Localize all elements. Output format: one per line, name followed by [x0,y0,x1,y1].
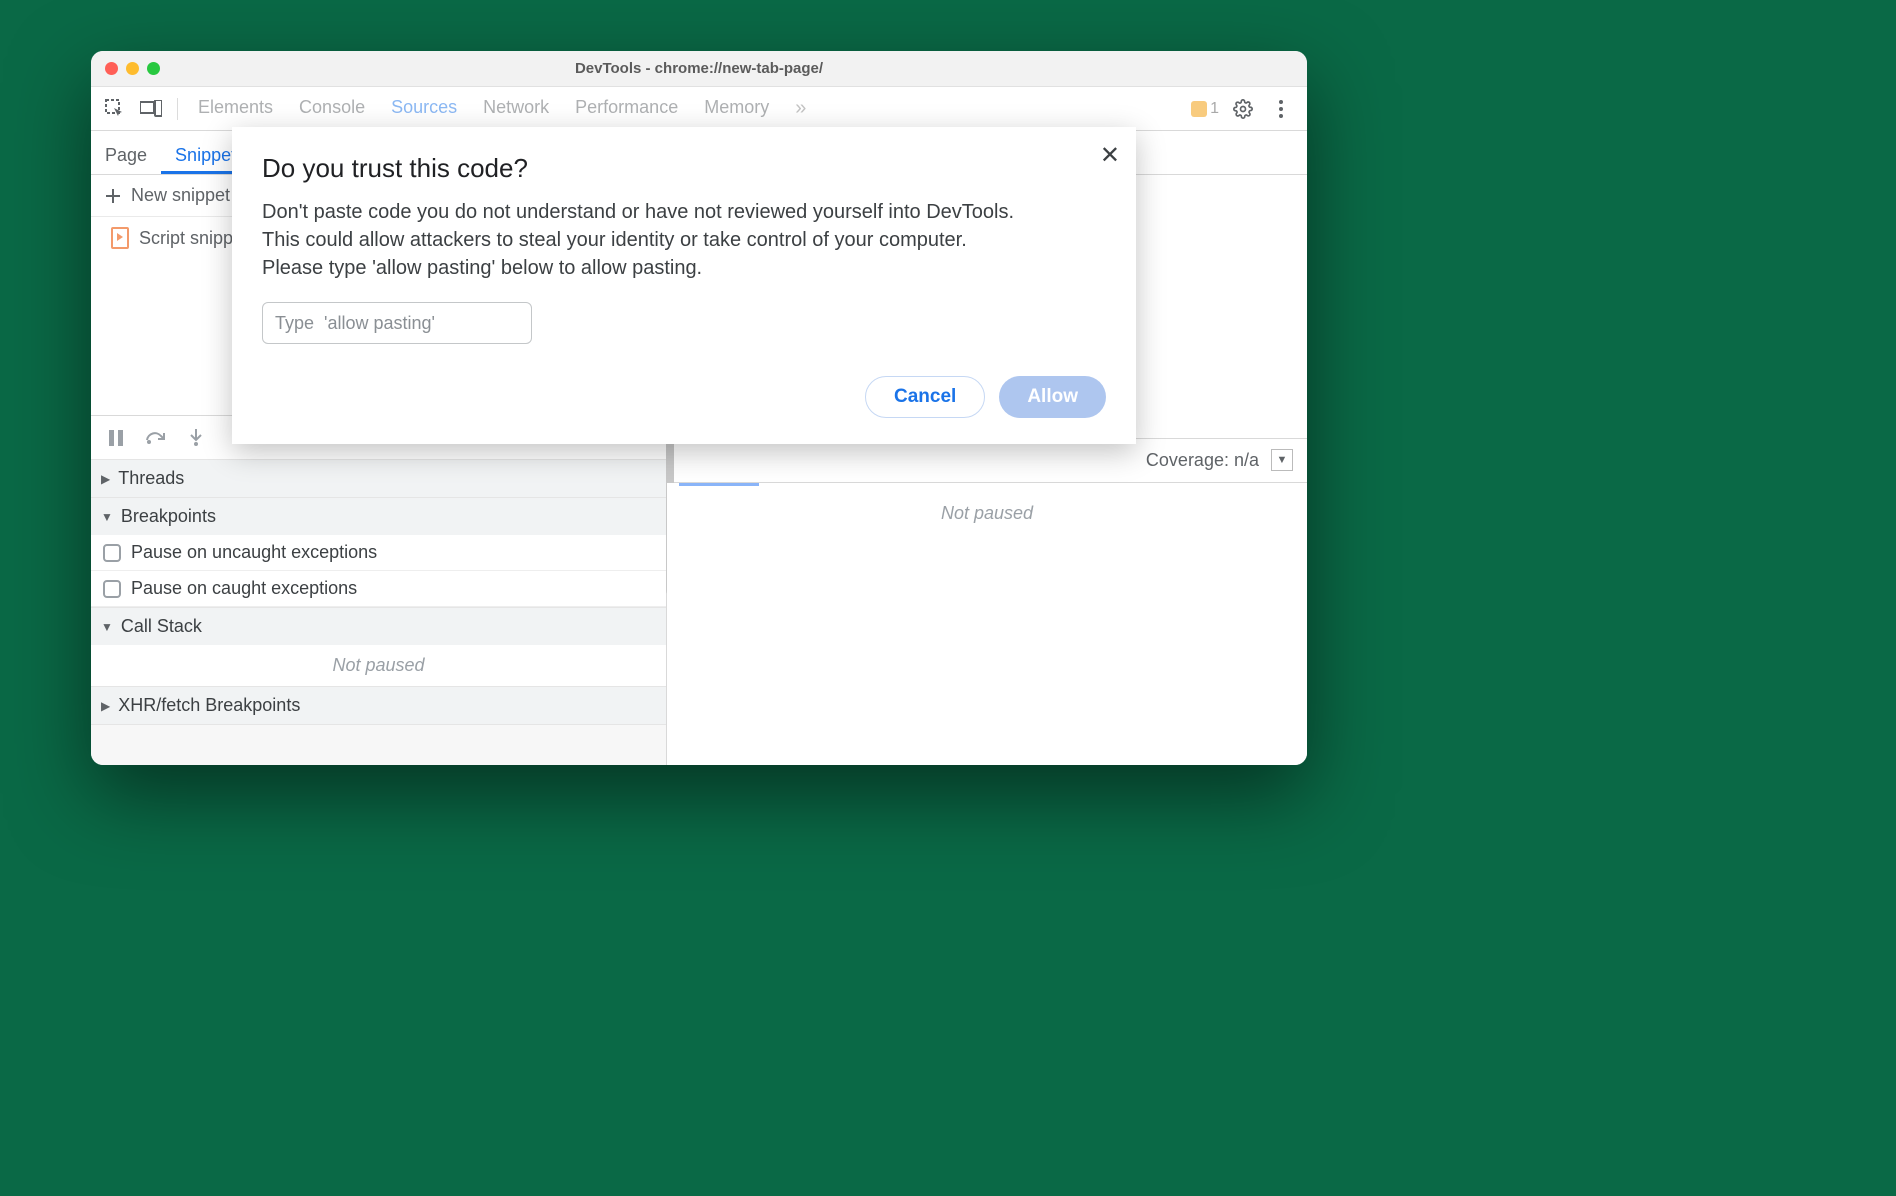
step-over-icon[interactable] [145,427,167,449]
tab-performance[interactable]: Performance [575,97,678,120]
debugger-panel: ▶ Threads ▼ Breakpoints Pause on uncaugh… [91,415,666,765]
collapsed-icon: ▶ [101,699,110,713]
xhr-section[interactable]: ▶ XHR/fetch Breakpoints [91,687,666,724]
settings-icon[interactable] [1229,95,1257,123]
panel-tabs: Elements Console Sources Network Perform… [188,97,1187,120]
watch-pane: Not paused [667,483,1307,766]
new-snippet-label: New snippet [131,185,230,206]
separator [177,98,178,120]
pause-uncaught-row[interactable]: Pause on uncaught exceptions [91,535,666,571]
titlebar: DevTools - chrome://new-tab-page/ [91,51,1307,87]
more-tabs-icon[interactable]: » [795,97,806,120]
breakpoints-label: Breakpoints [121,506,216,527]
subtab-page[interactable]: Page [91,135,161,174]
breakpoints-section[interactable]: ▼ Breakpoints [91,498,666,535]
plus-icon [105,188,121,204]
threads-section[interactable]: ▶ Threads [91,460,666,497]
close-window-button[interactable] [105,62,118,75]
trust-code-dialog: ✕ Do you trust this code? Don't paste co… [232,127,1136,444]
coverage-label: Coverage: n/a [1146,450,1259,471]
inspect-element-icon[interactable] [99,93,131,125]
checkbox-icon[interactable] [103,544,121,562]
main-tabbar: Elements Console Sources Network Perform… [91,87,1307,131]
dialog-title: Do you trust this code? [262,153,1106,184]
window-title: DevTools - chrome://new-tab-page/ [91,60,1307,77]
pause-icon[interactable] [105,427,127,449]
tab-memory[interactable]: Memory [704,97,769,120]
watch-not-paused: Not paused [941,503,1033,524]
expanded-icon: ▼ [101,620,113,634]
tab-console[interactable]: Console [299,97,365,120]
warning-count: 1 [1210,100,1219,118]
pause-uncaught-label: Pause on uncaught exceptions [131,542,377,563]
maximize-window-button[interactable] [147,62,160,75]
warning-icon [1191,101,1207,117]
warnings-badge[interactable]: 1 [1191,100,1219,118]
pause-caught-label: Pause on caught exceptions [131,578,357,599]
more-options-icon[interactable] [1267,95,1295,123]
callstack-label: Call Stack [121,616,202,637]
snippet-file-icon [111,227,129,249]
allow-button[interactable]: Allow [999,376,1106,418]
window-controls [91,62,160,75]
editor-statusbar: Coverage: n/a ▼ [667,439,1307,483]
dialog-body: Don't paste code you do not understand o… [262,198,1022,282]
tab-sources[interactable]: Sources [391,97,457,120]
tab-elements[interactable]: Elements [198,97,273,120]
collapsed-icon: ▶ [101,472,110,486]
callstack-section[interactable]: ▼ Call Stack [91,608,666,645]
callstack-not-paused: Not paused [91,645,666,686]
threads-label: Threads [118,468,184,489]
close-icon[interactable]: ✕ [1100,141,1120,170]
xhr-label: XHR/fetch Breakpoints [118,695,300,716]
active-section-indicator [679,483,759,486]
device-toolbar-icon[interactable] [135,93,167,125]
tab-network[interactable]: Network [483,97,549,120]
step-into-icon[interactable] [185,427,207,449]
coverage-dropdown-icon[interactable]: ▼ [1271,449,1293,471]
devtools-window: DevTools - chrome://new-tab-page/ Elemen… [91,51,1307,765]
checkbox-icon[interactable] [103,580,121,598]
cancel-button[interactable]: Cancel [865,376,985,418]
allow-pasting-input[interactable] [262,302,532,344]
pause-caught-row[interactable]: Pause on caught exceptions [91,571,666,607]
minimize-window-button[interactable] [126,62,139,75]
expanded-icon: ▼ [101,510,113,524]
